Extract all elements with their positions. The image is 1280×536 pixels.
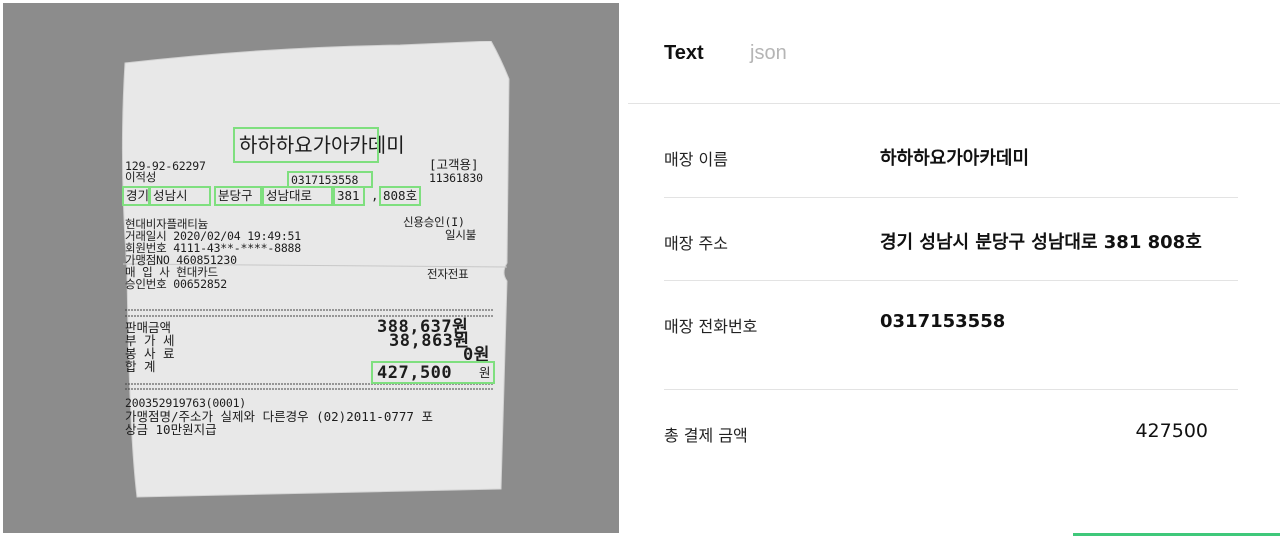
receipt-total-label: 합 계	[125, 359, 156, 374]
store-name-highlight	[233, 127, 379, 163]
store-name-value: 하하하요가아카데미	[880, 148, 1030, 169]
addr-no-highlight	[333, 186, 365, 206]
row-divider	[664, 197, 1238, 198]
receipt-owner: 이적성	[125, 170, 157, 184]
store-name-label: 매장 이름	[664, 150, 728, 169]
receipt-approval-no: 승인번호 00652852	[125, 277, 228, 291]
addr-unit-highlight	[379, 186, 421, 206]
result-panel: Text json 매장 이름 하하하요가아카데미 매장 주소 경기 성남시 분…	[628, 0, 1280, 536]
receipt-copy-type: [고객용]	[429, 157, 479, 172]
addr-si-highlight	[149, 186, 211, 206]
receipt-vat-amount: 38,863원	[389, 331, 470, 351]
receipt-approval-type: 신용승인(I)	[403, 215, 465, 229]
store-phone-label: 매장 전화번호	[664, 317, 758, 336]
store-address-label: 매장 주소	[664, 234, 728, 253]
row-divider	[664, 389, 1238, 390]
addr-gu-highlight	[214, 186, 262, 206]
store-phone-value: 0317153558	[880, 311, 1006, 332]
addr-city-highlight	[122, 186, 150, 206]
total-amount-label: 총 결제 금액	[664, 426, 748, 445]
receipt-footer-1: 200352919763(0001)	[125, 396, 247, 410]
row-divider	[664, 280, 1238, 281]
receipt-code: 11361830	[429, 171, 483, 185]
tab-json[interactable]: json	[750, 42, 787, 65]
receipt-slip-type: 전자전표	[427, 267, 469, 281]
receipt-image: 하하하요가아카데미 129-92-62297 [고객용] 이적성 0317153…	[115, 41, 511, 499]
receipt-addr-separator: ,	[371, 188, 379, 203]
store-address-value: 경기 성남시 분당구 성남대로 381 808호	[880, 232, 1202, 253]
receipt-footer-3: 상금 10만원지급	[125, 422, 217, 437]
total-amount-value: 427500	[1135, 420, 1208, 442]
tab-divider	[628, 103, 1280, 104]
receipt-image-panel: 하하하요가아카데미 129-92-62297 [고객용] 이적성 0317153…	[3, 3, 619, 533]
addr-road-highlight	[262, 186, 333, 206]
receipt-installment: 일시불	[445, 228, 477, 242]
tab-text[interactable]: Text	[664, 42, 704, 65]
total-amount-highlight	[371, 361, 495, 384]
